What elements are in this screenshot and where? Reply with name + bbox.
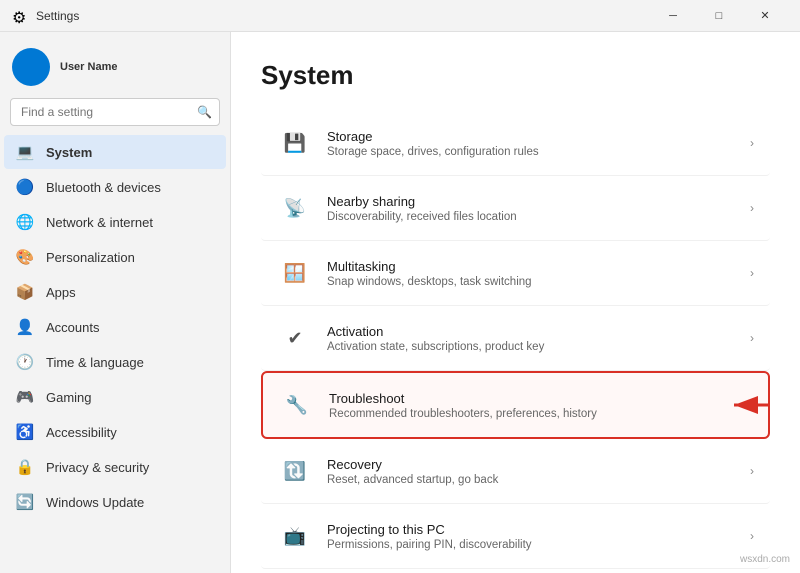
maximize-button[interactable]: □ bbox=[696, 0, 742, 32]
user-info: User Name bbox=[60, 61, 117, 73]
sidebar-item-label-update: Windows Update bbox=[46, 495, 144, 510]
sidebar-item-accessibility[interactable]: ♿ Accessibility bbox=[4, 415, 226, 449]
troubleshoot-desc: Recommended troubleshooters, preferences… bbox=[329, 408, 740, 420]
nearby-sharing-desc: Discoverability, received files location bbox=[327, 211, 742, 223]
activation-text: Activation Activation state, subscriptio… bbox=[327, 324, 742, 353]
troubleshoot-title: Troubleshoot bbox=[329, 391, 740, 406]
sidebar-item-network[interactable]: 🌐 Network & internet bbox=[4, 205, 226, 239]
multitasking-title: Multitasking bbox=[327, 259, 742, 274]
window-controls: ─ □ ✕ bbox=[650, 0, 788, 32]
multitasking-icon: 🪟 bbox=[277, 255, 313, 291]
settings-item-projecting[interactable]: 📺 Projecting to this PC Permissions, pai… bbox=[261, 504, 770, 569]
settings-item-activation[interactable]: ✔ Activation Activation state, subscript… bbox=[261, 306, 770, 371]
sidebar-item-label-gaming: Gaming bbox=[46, 390, 92, 405]
network-icon: 🌐 bbox=[16, 213, 34, 231]
settings-icon: ⚙ bbox=[12, 8, 28, 24]
projecting-chevron: › bbox=[750, 529, 754, 543]
projecting-desc: Permissions, pairing PIN, discoverabilit… bbox=[327, 539, 742, 551]
sidebar-item-label-apps: Apps bbox=[46, 285, 76, 300]
search-input[interactable] bbox=[10, 98, 220, 126]
sidebar-item-label-network: Network & internet bbox=[46, 215, 153, 230]
sidebar-item-time[interactable]: 🕐 Time & language bbox=[4, 345, 226, 379]
recovery-title: Recovery bbox=[327, 457, 742, 472]
watermark: wsxdn.com bbox=[740, 554, 790, 565]
gaming-icon: 🎮 bbox=[16, 388, 34, 406]
accessibility-icon: ♿ bbox=[16, 423, 34, 441]
titlebar-title: Settings bbox=[36, 9, 642, 23]
minimize-button[interactable]: ─ bbox=[650, 0, 696, 32]
sidebar-item-gaming[interactable]: 🎮 Gaming bbox=[4, 380, 226, 414]
storage-text: Storage Storage space, drives, configura… bbox=[327, 129, 742, 158]
sidebar-item-label-system: System bbox=[46, 145, 92, 160]
nav-list: 💻 System 🔵 Bluetooth & devices 🌐 Network… bbox=[0, 134, 230, 520]
activation-desc: Activation state, subscriptions, product… bbox=[327, 341, 742, 353]
time-icon: 🕐 bbox=[16, 353, 34, 371]
recovery-chevron: › bbox=[750, 464, 754, 478]
page-title: System bbox=[261, 60, 770, 91]
storage-desc: Storage space, drives, configuration rul… bbox=[327, 146, 742, 158]
projecting-text: Projecting to this PC Permissions, pairi… bbox=[327, 522, 742, 551]
settings-list: 💾 Storage Storage space, drives, configu… bbox=[261, 111, 770, 573]
recovery-text: Recovery Reset, advanced startup, go bac… bbox=[327, 457, 742, 486]
nearby-sharing-title: Nearby sharing bbox=[327, 194, 742, 209]
storage-icon: 💾 bbox=[277, 125, 313, 161]
multitasking-text: Multitasking Snap windows, desktops, tas… bbox=[327, 259, 742, 288]
user-section: User Name bbox=[0, 32, 230, 98]
troubleshoot-text: Troubleshoot Recommended troubleshooters… bbox=[329, 391, 740, 420]
troubleshoot-icon: 🔧 bbox=[279, 387, 315, 423]
activation-title: Activation bbox=[327, 324, 742, 339]
sidebar-item-label-accounts: Accounts bbox=[46, 320, 99, 335]
system-icon: 💻 bbox=[16, 143, 34, 161]
close-button[interactable]: ✕ bbox=[742, 0, 788, 32]
recovery-desc: Reset, advanced startup, go back bbox=[327, 474, 742, 486]
sidebar-item-system[interactable]: 💻 System bbox=[4, 135, 226, 169]
search-box: 🔍 bbox=[10, 98, 220, 126]
sidebar-item-label-bluetooth: Bluetooth & devices bbox=[46, 180, 161, 195]
activation-icon: ✔ bbox=[277, 320, 313, 356]
main-layout: User Name 🔍 💻 System 🔵 Bluetooth & devic… bbox=[0, 32, 800, 573]
sidebar-item-label-privacy: Privacy & security bbox=[46, 460, 149, 475]
sidebar-item-personalization[interactable]: 🎨 Personalization bbox=[4, 240, 226, 274]
bluetooth-icon: 🔵 bbox=[16, 178, 34, 196]
sidebar: User Name 🔍 💻 System 🔵 Bluetooth & devic… bbox=[0, 32, 230, 573]
projecting-title: Projecting to this PC bbox=[327, 522, 742, 537]
storage-chevron: › bbox=[750, 136, 754, 150]
accounts-icon: 👤 bbox=[16, 318, 34, 336]
recovery-icon: 🔃 bbox=[277, 453, 313, 489]
sidebar-item-label-time: Time & language bbox=[46, 355, 144, 370]
sidebar-item-apps[interactable]: 📦 Apps bbox=[4, 275, 226, 309]
personalization-icon: 🎨 bbox=[16, 248, 34, 266]
sidebar-item-privacy[interactable]: 🔒 Privacy & security bbox=[4, 450, 226, 484]
sidebar-item-label-personalization: Personalization bbox=[46, 250, 135, 265]
activation-chevron: › bbox=[750, 331, 754, 345]
multitasking-chevron: › bbox=[750, 266, 754, 280]
settings-item-recovery[interactable]: 🔃 Recovery Reset, advanced startup, go b… bbox=[261, 439, 770, 504]
sidebar-item-bluetooth[interactable]: 🔵 Bluetooth & devices bbox=[4, 170, 226, 204]
sidebar-item-label-accessibility: Accessibility bbox=[46, 425, 117, 440]
settings-item-multitasking[interactable]: 🪟 Multitasking Snap windows, desktops, t… bbox=[261, 241, 770, 306]
apps-icon: 📦 bbox=[16, 283, 34, 301]
settings-item-remote-desktop[interactable]: 🖥 Remote Desktop Remote Desktop users, c… bbox=[261, 569, 770, 573]
settings-item-storage[interactable]: 💾 Storage Storage space, drives, configu… bbox=[261, 111, 770, 176]
update-icon: 🔄 bbox=[16, 493, 34, 511]
nearby-sharing-text: Nearby sharing Discoverability, received… bbox=[327, 194, 742, 223]
projecting-icon: 📺 bbox=[277, 518, 313, 554]
settings-item-troubleshoot[interactable]: 🔧 Troubleshoot Recommended troubleshoote… bbox=[261, 371, 770, 439]
nearby-sharing-chevron: › bbox=[750, 201, 754, 215]
storage-title: Storage bbox=[327, 129, 742, 144]
settings-item-nearby-sharing[interactable]: 📡 Nearby sharing Discoverability, receiv… bbox=[261, 176, 770, 241]
sidebar-item-accounts[interactable]: 👤 Accounts bbox=[4, 310, 226, 344]
privacy-icon: 🔒 bbox=[16, 458, 34, 476]
titlebar: ⚙ Settings ─ □ ✕ bbox=[0, 0, 800, 32]
user-name: User Name bbox=[60, 61, 117, 73]
avatar bbox=[12, 48, 50, 86]
arrow-annotation bbox=[688, 390, 778, 420]
multitasking-desc: Snap windows, desktops, task switching bbox=[327, 276, 742, 288]
nearby-sharing-icon: 📡 bbox=[277, 190, 313, 226]
search-icon: 🔍 bbox=[197, 105, 212, 119]
sidebar-item-update[interactable]: 🔄 Windows Update bbox=[4, 485, 226, 519]
content-area: System 💾 Storage Storage space, drives, … bbox=[230, 32, 800, 573]
